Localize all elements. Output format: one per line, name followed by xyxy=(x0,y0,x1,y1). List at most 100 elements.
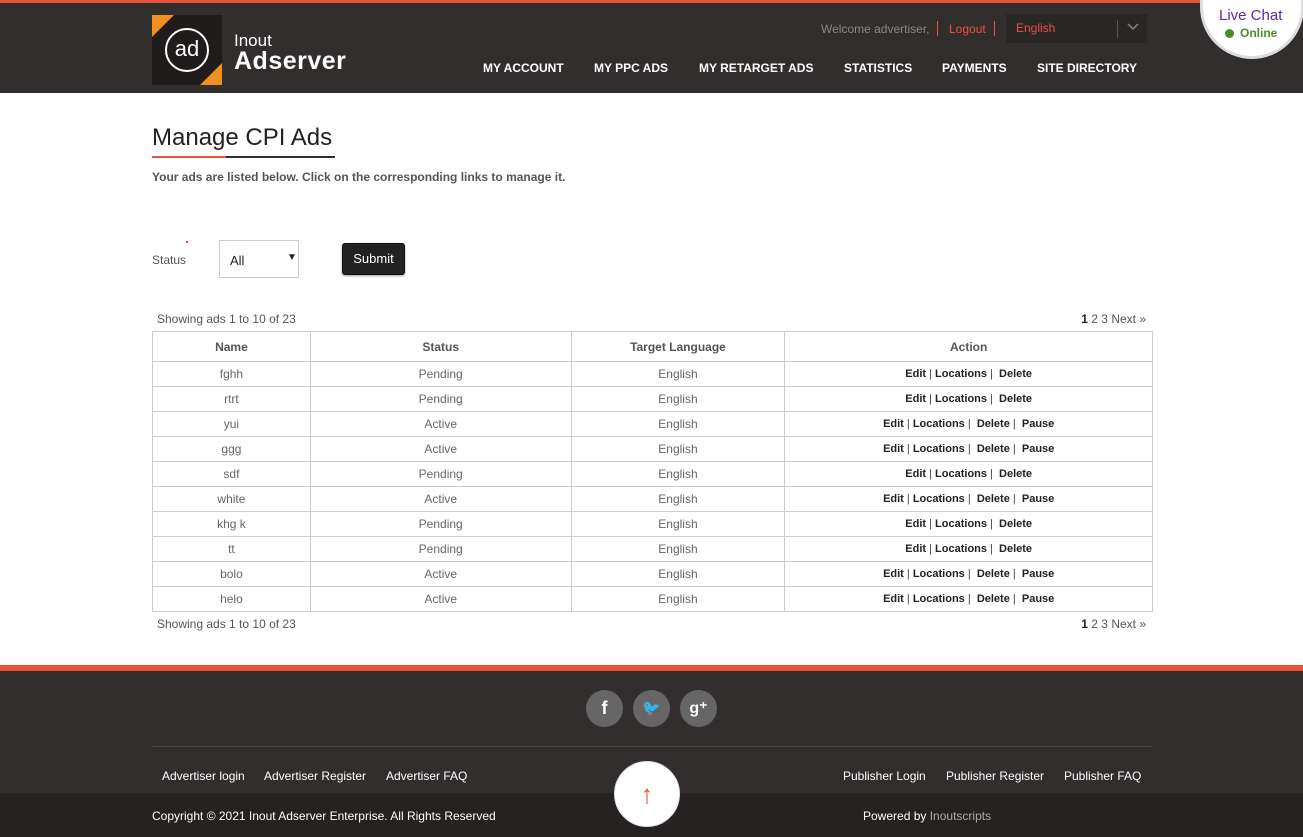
divider xyxy=(1117,20,1118,38)
ad-name: bolo xyxy=(152,561,311,587)
edit-link[interactable]: Edit xyxy=(905,518,926,530)
submit-button[interactable]: Submit xyxy=(342,243,405,275)
title-underline xyxy=(152,156,335,158)
publisher-register-link[interactable]: Publisher Register xyxy=(946,769,1044,783)
ad-status: Active xyxy=(309,561,572,587)
col-header-name: Name xyxy=(152,331,311,362)
nav-payments[interactable]: PAYMENTS xyxy=(942,61,1007,75)
locations-link[interactable]: Locations xyxy=(935,543,987,555)
table-row: bolo Active English Edit | Locations | Dele… xyxy=(152,561,1153,587)
ad-name: fghh xyxy=(152,361,311,387)
dropdown-arrow-icon: ▼ xyxy=(287,252,297,263)
advertiser-register-link[interactable]: Advertiser Register xyxy=(264,769,366,783)
ad-language: English xyxy=(570,411,786,437)
edit-link[interactable]: Edit xyxy=(905,543,926,555)
edit-link[interactable]: Edit xyxy=(883,568,904,580)
scroll-to-top-button[interactable]: ↑ xyxy=(614,761,680,827)
ad-language: English xyxy=(570,461,786,487)
live-chat-widget[interactable]: Live Chat Online xyxy=(1200,0,1303,59)
divider xyxy=(937,21,938,36)
pause-link[interactable]: Pause xyxy=(1022,593,1054,605)
google-plus-icon[interactable]: g⁺ xyxy=(680,690,717,727)
edit-link[interactable]: Edit xyxy=(883,493,904,505)
ad-language: English xyxy=(570,536,786,562)
nav-my-account[interactable]: MY ACCOUNT xyxy=(483,61,564,75)
locations-link[interactable]: Locations xyxy=(913,568,965,580)
ad-actions: Edit | Locations | Delete xyxy=(784,361,1153,387)
locations-link[interactable]: Locations xyxy=(935,518,987,530)
locations-link[interactable]: Locations xyxy=(913,418,965,430)
locations-link[interactable]: Locations xyxy=(935,468,987,480)
ad-name: yui xyxy=(152,411,311,437)
delete-link[interactable]: Delete xyxy=(999,468,1032,480)
nav-my-retarget-ads[interactable]: MY RETARGET ADS xyxy=(699,61,813,75)
page-links[interactable]: 2 3 xyxy=(1091,312,1108,326)
ads-table: Name Status Target Language Action fghh P… xyxy=(152,331,1153,612)
edit-link[interactable]: Edit xyxy=(905,368,926,380)
language-select[interactable]: English xyxy=(1006,14,1147,43)
delete-link[interactable]: Delete xyxy=(999,518,1032,530)
edit-link[interactable]: Edit xyxy=(883,443,904,455)
nav-my-ppc-ads[interactable]: MY PPC ADS xyxy=(594,61,668,75)
online-status-icon xyxy=(1225,29,1234,38)
ad-name: white xyxy=(152,486,311,512)
delete-link[interactable]: Delete xyxy=(977,443,1010,455)
publisher-login-link[interactable]: Publisher Login xyxy=(843,769,926,783)
advertiser-faq-link[interactable]: Advertiser FAQ xyxy=(386,769,467,783)
ad-status: Active xyxy=(309,411,572,437)
publisher-faq-link[interactable]: Publisher FAQ xyxy=(1064,769,1141,783)
nav-statistics[interactable]: STATISTICS xyxy=(844,61,912,75)
delete-link[interactable]: Delete xyxy=(999,393,1032,405)
ad-actions: Edit | Locations | Delete | Pause xyxy=(784,561,1153,587)
ad-language: English xyxy=(570,511,786,537)
next-page-link[interactable]: Next » xyxy=(1111,312,1146,326)
locations-link[interactable]: Locations xyxy=(935,368,987,380)
delete-link[interactable]: Delete xyxy=(999,368,1032,380)
ad-language: English xyxy=(570,386,786,412)
page-links[interactable]: 2 3 xyxy=(1091,617,1108,631)
table-row: white Active English Edit | Locations | Del… xyxy=(152,486,1153,512)
site-header: ad Inout Adserver Welcome advertiser, Lo… xyxy=(0,0,1303,93)
twitter-icon[interactable]: 🐦 xyxy=(633,690,670,727)
pagination-bottom: 1 2 3 Next » xyxy=(1081,617,1146,631)
next-page-link[interactable]: Next » xyxy=(1111,617,1146,631)
page-current: 1 xyxy=(1081,617,1088,631)
ad-language: English xyxy=(570,436,786,462)
welcome-text: Welcome advertiser, xyxy=(821,22,930,36)
ad-name: sdf xyxy=(152,461,311,487)
edit-link[interactable]: Edit xyxy=(883,593,904,605)
status-filter-label: Status xyxy=(152,253,187,267)
delete-link[interactable]: Delete xyxy=(977,493,1010,505)
delete-link[interactable]: Delete xyxy=(977,418,1010,430)
table-row: helo Active English Edit | Locations | Dele… xyxy=(152,586,1153,612)
pause-link[interactable]: Pause xyxy=(1022,493,1054,505)
delete-link[interactable]: Delete xyxy=(977,593,1010,605)
edit-link[interactable]: Edit xyxy=(905,393,926,405)
pause-link[interactable]: Pause xyxy=(1022,568,1054,580)
inoutscripts-link[interactable]: Inoutscripts xyxy=(930,809,991,823)
ad-language: English xyxy=(570,586,786,612)
nav-site-directory[interactable]: SITE DIRECTORY xyxy=(1037,61,1137,75)
locations-link[interactable]: Locations xyxy=(913,593,965,605)
ad-language: English xyxy=(570,561,786,587)
status-filter-select[interactable]: All ▼ xyxy=(219,240,299,278)
table-row: tt Pending English Edit | Locations | Delet… xyxy=(152,536,1153,562)
locations-link[interactable]: Locations xyxy=(935,393,987,405)
delete-link[interactable]: Delete xyxy=(977,568,1010,580)
table-row: rtrt Pending English Edit | Locations | Del… xyxy=(152,386,1153,412)
ad-actions: Edit | Locations | Delete xyxy=(784,461,1153,487)
chevron-down-icon xyxy=(1127,23,1139,31)
facebook-icon[interactable]: f xyxy=(586,690,623,727)
advertiser-login-link[interactable]: Advertiser login xyxy=(162,769,245,783)
edit-link[interactable]: Edit xyxy=(883,418,904,430)
col-header-language: Target Language xyxy=(570,331,786,362)
table-row: yui Active English Edit | Locations | Delet… xyxy=(152,411,1153,437)
logout-link[interactable]: Logout xyxy=(949,20,986,38)
delete-link[interactable]: Delete xyxy=(999,543,1032,555)
live-chat-status: Online xyxy=(1240,26,1278,40)
locations-link[interactable]: Locations xyxy=(913,493,965,505)
pause-link[interactable]: Pause xyxy=(1022,443,1054,455)
edit-link[interactable]: Edit xyxy=(905,468,926,480)
locations-link[interactable]: Locations xyxy=(913,443,965,455)
pause-link[interactable]: Pause xyxy=(1022,418,1054,430)
